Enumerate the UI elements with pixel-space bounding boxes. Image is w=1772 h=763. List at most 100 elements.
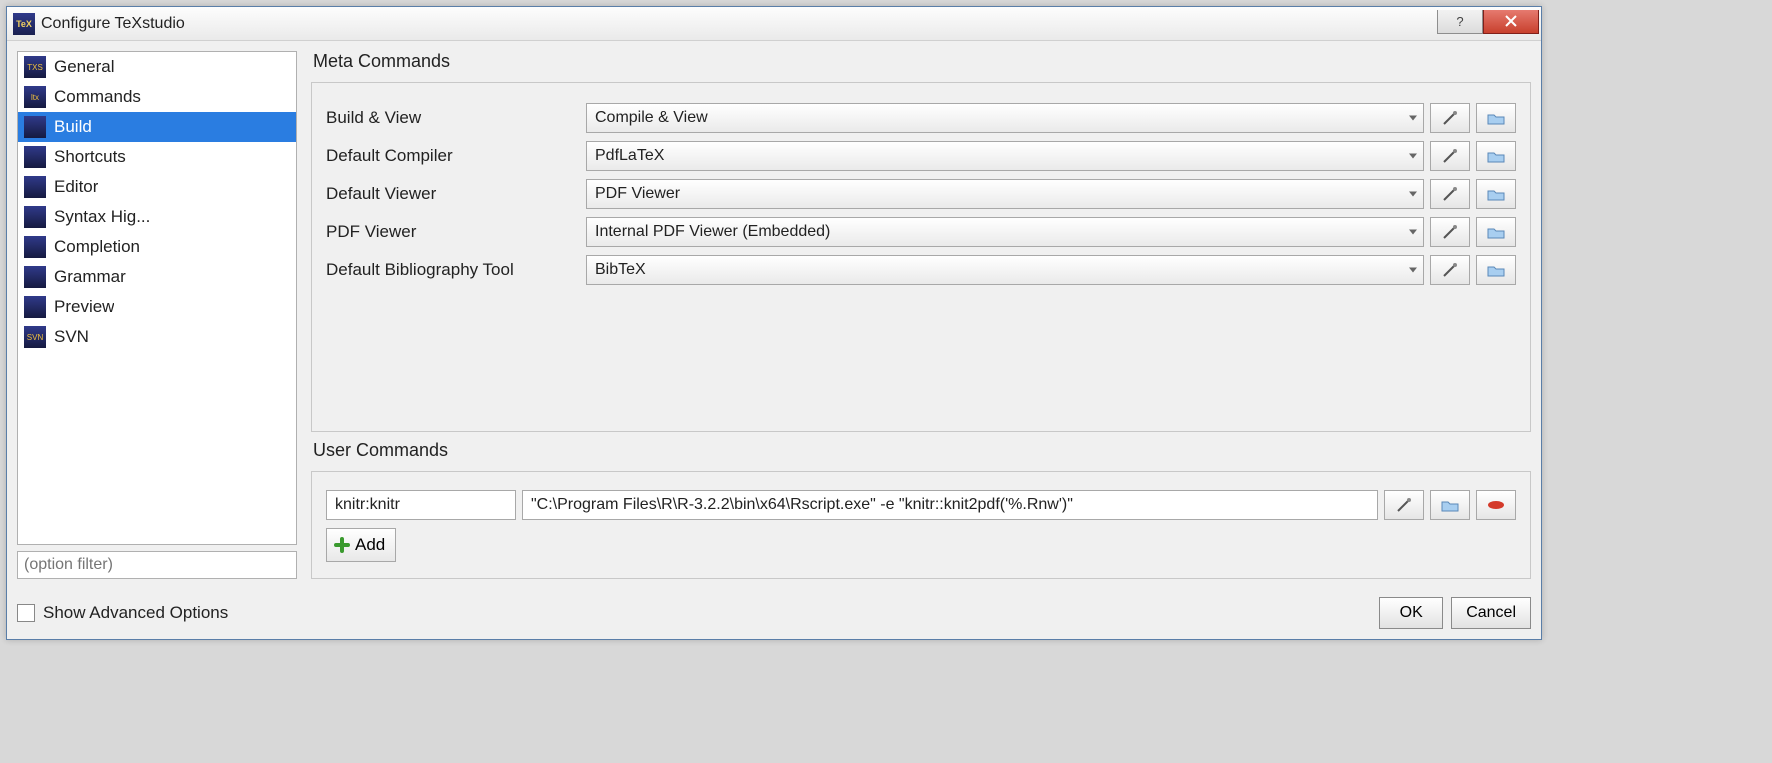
chevron-down-icon — [1409, 154, 1417, 159]
wand-icon — [1441, 147, 1459, 165]
default-viewer-combo[interactable]: PDF Viewer — [586, 179, 1424, 209]
sidebar-item-label: Commands — [54, 87, 141, 107]
cancel-button[interactable]: Cancel — [1451, 597, 1531, 629]
configure-button[interactable] — [1384, 490, 1424, 520]
meta-row-default-bibliography-tool: Default Bibliography Tool BibTeX — [326, 251, 1516, 289]
sidebar-item-completion[interactable]: Completion — [18, 232, 296, 262]
sidebar-item-label: Editor — [54, 177, 98, 197]
sidebar-item-label: Shortcuts — [54, 147, 126, 167]
meta-label: PDF Viewer — [326, 222, 586, 242]
preview-icon — [24, 296, 46, 318]
syntax-icon — [24, 206, 46, 228]
sidebar-item-label: Completion — [54, 237, 140, 257]
chevron-down-icon — [1409, 192, 1417, 197]
meta-row-default-compiler: Default Compiler PdfLaTeX — [326, 137, 1516, 175]
add-button-label: Add — [355, 535, 385, 555]
sidebar-item-shortcuts[interactable]: Shortcuts — [18, 142, 296, 172]
folder-open-icon — [1486, 110, 1506, 126]
wand-icon — [1441, 109, 1459, 127]
build-view-combo[interactable]: Compile & View — [586, 103, 1424, 133]
wand-icon — [1395, 496, 1413, 514]
open-button[interactable] — [1476, 103, 1516, 133]
meta-row-default-viewer: Default Viewer PDF Viewer — [326, 175, 1516, 213]
chevron-down-icon — [1409, 268, 1417, 273]
chevron-down-icon — [1409, 230, 1417, 235]
remove-icon — [1486, 499, 1506, 511]
sidebar-item-general[interactable]: TXS General — [18, 52, 296, 82]
configure-button[interactable] — [1430, 217, 1470, 247]
folder-open-icon — [1486, 186, 1506, 202]
advanced-options-label: Show Advanced Options — [43, 603, 228, 623]
open-button[interactable] — [1430, 490, 1470, 520]
remove-button[interactable] — [1476, 490, 1516, 520]
wand-icon — [1441, 185, 1459, 203]
option-filter-input[interactable] — [17, 551, 297, 579]
folder-open-icon — [1486, 262, 1506, 278]
close-button[interactable] — [1483, 10, 1539, 34]
sidebar-item-commands[interactable]: ltx Commands — [18, 82, 296, 112]
sidebar-item-label: Grammar — [54, 267, 126, 287]
chevron-down-icon — [1409, 116, 1417, 121]
grammar-icon — [24, 266, 46, 288]
sidebar-item-preview[interactable]: Preview — [18, 292, 296, 322]
sidebar-item-editor[interactable]: Editor — [18, 172, 296, 202]
configure-button[interactable] — [1430, 141, 1470, 171]
sidebar-item-label: Preview — [54, 297, 114, 317]
sidebar-item-build[interactable]: Build — [18, 112, 296, 142]
category-sidebar: TXS General ltx Commands Build Shortcuts — [17, 51, 297, 545]
completion-icon — [24, 236, 46, 258]
combo-value: BibTeX — [595, 261, 646, 279]
combo-value: Internal PDF Viewer (Embedded) — [595, 223, 830, 241]
user-commands-group: knitr:knitr "C:\Program Files\R\R-3.2.2\… — [311, 471, 1531, 579]
help-button[interactable]: ? — [1437, 10, 1483, 34]
sidebar-item-label: Syntax Hig... — [54, 207, 150, 227]
pdf-viewer-combo[interactable]: Internal PDF Viewer (Embedded) — [586, 217, 1424, 247]
open-button[interactable] — [1476, 141, 1516, 171]
dialog-window: TeX Configure TeXstudio ? TXS General lt… — [6, 6, 1542, 640]
user-command-name-input[interactable]: knitr:knitr — [326, 490, 516, 520]
general-icon: TXS — [24, 56, 46, 78]
sidebar-item-label: Build — [54, 117, 92, 137]
plus-icon — [333, 536, 351, 554]
meta-label: Default Compiler — [326, 146, 586, 166]
open-button[interactable] — [1476, 179, 1516, 209]
folder-open-icon — [1486, 148, 1506, 164]
sidebar-item-syntax-highlighting[interactable]: Syntax Hig... — [18, 202, 296, 232]
titlebar: TeX Configure TeXstudio ? — [7, 7, 1541, 41]
combo-value: PDF Viewer — [595, 185, 680, 203]
sidebar-item-label: General — [54, 57, 114, 77]
sidebar-item-label: SVN — [54, 327, 89, 347]
meta-commands-title: Meta Commands — [311, 51, 1531, 74]
meta-label: Default Viewer — [326, 184, 586, 204]
bottom-bar: Show Advanced Options OK Cancel — [7, 589, 1541, 639]
ok-button[interactable]: OK — [1379, 597, 1443, 629]
sidebar-item-svn[interactable]: SVN SVN — [18, 322, 296, 352]
svn-icon: SVN — [24, 326, 46, 348]
commands-icon: ltx — [24, 86, 46, 108]
meta-row-build-view: Build & View Compile & View — [326, 99, 1516, 137]
add-user-command-button[interactable]: Add — [326, 528, 396, 562]
meta-label: Default Bibliography Tool — [326, 260, 586, 280]
advanced-options-checkbox[interactable] — [17, 604, 35, 622]
sidebar-item-grammar[interactable]: Grammar — [18, 262, 296, 292]
default-compiler-combo[interactable]: PdfLaTeX — [586, 141, 1424, 171]
combo-value: PdfLaTeX — [595, 147, 664, 165]
configure-button[interactable] — [1430, 179, 1470, 209]
folder-open-icon — [1486, 224, 1506, 240]
wand-icon — [1441, 223, 1459, 241]
build-icon — [24, 116, 46, 138]
combo-value: Compile & View — [595, 109, 708, 127]
open-button[interactable] — [1476, 255, 1516, 285]
default-bibliography-combo[interactable]: BibTeX — [586, 255, 1424, 285]
window-title: Configure TeXstudio — [41, 15, 185, 33]
configure-button[interactable] — [1430, 103, 1470, 133]
open-button[interactable] — [1476, 217, 1516, 247]
folder-open-icon — [1440, 497, 1460, 513]
shortcuts-icon — [24, 146, 46, 168]
user-command-row: knitr:knitr "C:\Program Files\R\R-3.2.2\… — [326, 488, 1516, 522]
app-icon: TeX — [13, 13, 35, 35]
configure-button[interactable] — [1430, 255, 1470, 285]
user-command-value-input[interactable]: "C:\Program Files\R\R-3.2.2\bin\x64\Rscr… — [522, 490, 1378, 520]
user-commands-title: User Commands — [311, 440, 1531, 463]
wand-icon — [1441, 261, 1459, 279]
